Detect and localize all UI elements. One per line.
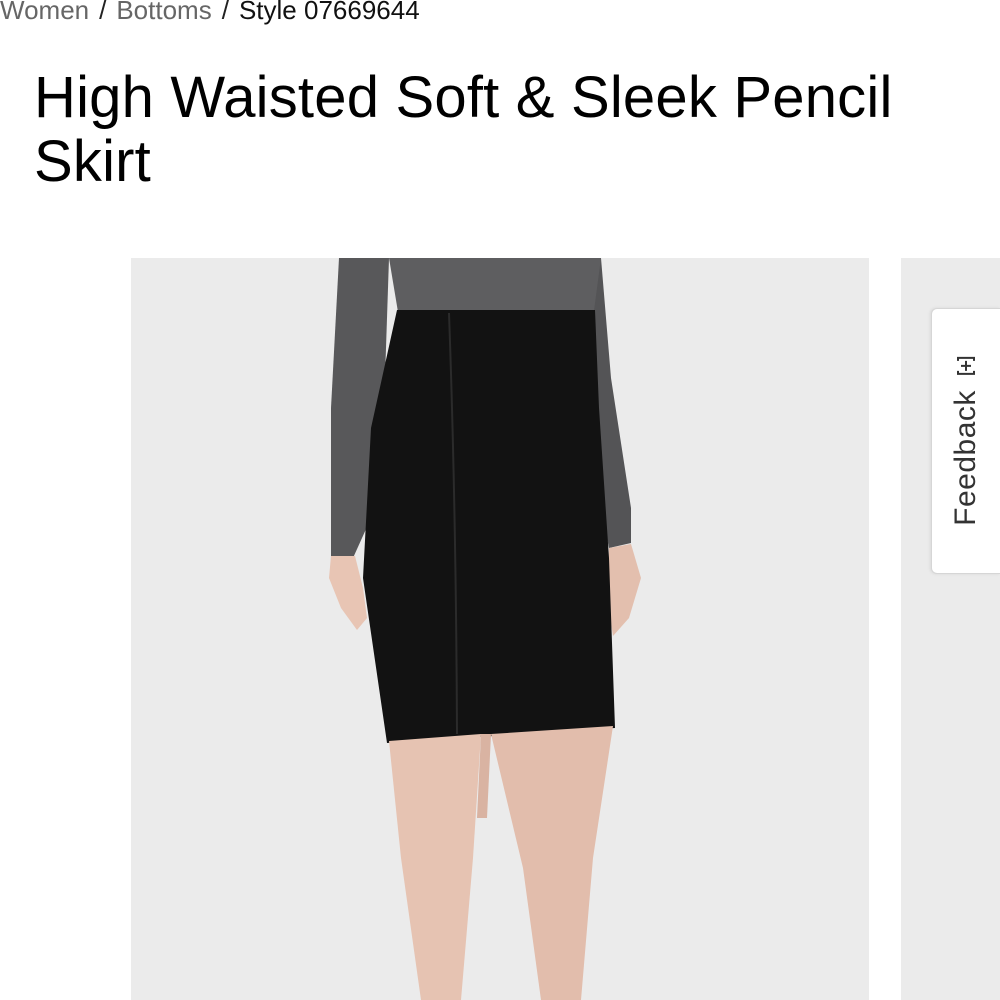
feedback-label: Feedback [949,390,982,526]
breadcrumb-separator: / [99,0,107,25]
breadcrumb-separator: / [221,0,229,25]
skirt-model-photo [131,258,869,1000]
breadcrumb: Women / Bottoms / Style 07669644 [0,0,420,26]
product-image-carousel[interactable] [0,258,1000,1000]
breadcrumb-style-number: Style 07669644 [238,0,420,25]
product-main-image[interactable] [131,258,869,1000]
plus-box-icon [956,356,976,376]
feedback-content: Feedback [949,356,983,526]
breadcrumb-link-bottoms[interactable]: Bottoms [116,0,211,25]
product-title: High Waisted Soft & Sleek Pencil Skirt [34,65,893,194]
breadcrumb-link-women[interactable]: Women [0,0,89,25]
feedback-button[interactable]: Feedback [931,308,1000,574]
